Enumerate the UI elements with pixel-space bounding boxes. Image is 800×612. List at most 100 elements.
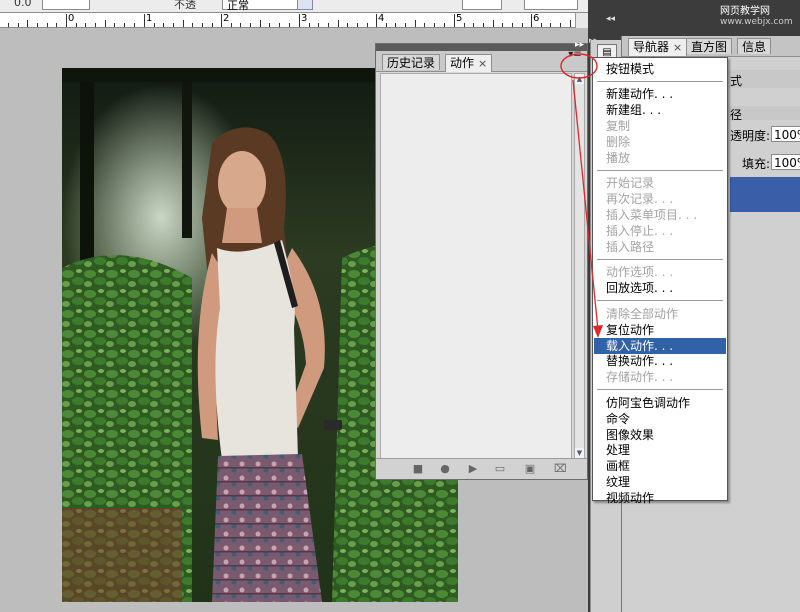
panel-tabs: 历史记录 动作 × <box>376 51 587 72</box>
ruler-minor-tick <box>269 23 270 27</box>
options-value-text: 0.0 <box>14 0 32 9</box>
ruler-minor-tick <box>173 23 174 27</box>
menu-item[interactable]: 纹理 <box>606 474 630 490</box>
new-action-icon[interactable]: ▣ <box>524 463 536 475</box>
menu-item[interactable]: 载入动作. . . <box>594 337 726 354</box>
dock-tabs: 导航器 × 直方图 信息 <box>622 36 800 57</box>
ruler-minor-tick <box>240 23 241 27</box>
ruler-minor-tick <box>550 23 551 27</box>
menu-item[interactable]: 画框 <box>606 458 630 474</box>
stop-icon[interactable]: ■ <box>412 463 424 475</box>
ruler-minor-tick <box>163 23 164 27</box>
ruler-minor-tick <box>309 23 310 27</box>
ruler-minor-tick <box>541 23 542 27</box>
ruler-major-tick <box>531 14 532 27</box>
record-icon[interactable]: ● <box>439 463 451 475</box>
ruler-minor-tick <box>415 20 416 27</box>
ruler-number: 0 <box>68 13 75 24</box>
menu-item[interactable]: 动作选项. . . <box>606 264 673 280</box>
menu-item[interactable]: 复位动作 <box>606 322 654 338</box>
tab-close-icon[interactable]: × <box>478 57 487 70</box>
ruler-minor-tick <box>134 23 135 27</box>
menu-item[interactable]: 复制 <box>606 118 630 134</box>
ruler-minor-tick <box>154 23 155 27</box>
menu-item[interactable]: 开始记录 <box>606 175 654 191</box>
ruler-minor-tick <box>444 23 445 27</box>
ruler-major-tick <box>454 14 455 27</box>
menu-item[interactable]: 图像效果 <box>606 427 654 443</box>
menu-item[interactable]: 替换动作. . . <box>606 353 673 369</box>
menu-separator <box>597 259 723 260</box>
ruler-minor-tick <box>338 20 339 27</box>
panel-titlebar[interactable]: ▸▸ <box>376 40 587 51</box>
tab-history[interactable]: 历史记录 <box>382 54 441 70</box>
ruler-minor-tick <box>512 23 513 27</box>
menu-item[interactable]: 存储动作. . . <box>606 369 673 385</box>
menu-item[interactable]: 命令 <box>606 411 630 427</box>
ruler-number: 4 <box>378 13 385 24</box>
ruler-minor-tick <box>347 23 348 27</box>
menu-item[interactable]: 播放 <box>606 150 630 166</box>
opacity-input[interactable]: 100% <box>771 126 800 142</box>
ruler-minor-tick <box>114 23 115 27</box>
ruler-minor-tick <box>27 20 28 27</box>
ruler-number: 6 <box>533 13 540 24</box>
tab-actions[interactable]: 动作 × <box>445 54 493 72</box>
menu-item[interactable]: 删除 <box>606 134 630 150</box>
menu-item[interactable]: 视频动作 <box>606 490 654 506</box>
actions-footer: ■ ● ▶ ▭ ▣ ⌧ <box>376 458 587 479</box>
ruler-major-tick <box>66 14 67 27</box>
blend-mode-select[interactable]: 正常 <box>222 0 298 12</box>
actions-list[interactable] <box>380 73 572 459</box>
fill-input[interactable]: 100% <box>771 154 800 170</box>
ruler-minor-tick <box>95 23 96 27</box>
ruler-minor-tick <box>357 23 358 27</box>
options-input-3[interactable] <box>524 0 578 10</box>
options-label: 不透 <box>174 0 196 11</box>
ruler-number: 3 <box>301 13 308 24</box>
ruler-minor-tick <box>250 23 251 27</box>
ruler-minor-tick <box>56 23 57 27</box>
new-set-icon[interactable]: ▭ <box>494 463 506 475</box>
menu-item[interactable]: 新建组. . . <box>606 102 661 118</box>
blend-dropdown-arrow[interactable] <box>297 0 313 10</box>
menu-item[interactable]: 新建动作. . . <box>606 86 673 102</box>
actions-flyout-menu: 按钮模式新建动作. . . 新建组. . . 复制 删除 播放开始记录 再次记录. . .… <box>592 57 728 505</box>
menu-item[interactable]: 回放选项. . . <box>606 280 673 296</box>
menu-item[interactable]: 插入路径 <box>606 239 654 255</box>
trash-icon[interactable]: ⌧ <box>554 463 567 475</box>
scroll-up-icon[interactable]: ▲ <box>575 74 584 84</box>
ruler-minor-tick <box>434 23 435 27</box>
ruler-minor-tick <box>183 20 184 27</box>
ruler-minor-tick <box>18 23 19 27</box>
play-icon[interactable]: ▶ <box>467 463 479 475</box>
scroll-down-icon[interactable]: ▼ <box>575 448 584 458</box>
ruler-minor-tick <box>260 20 261 27</box>
ruler-number: 2 <box>223 13 230 24</box>
ruler-minor-tick <box>405 23 406 27</box>
ruler-major-tick <box>376 14 377 27</box>
tab-navigator[interactable]: 导航器 × <box>628 38 688 56</box>
tab-info[interactable]: 信息 <box>737 38 772 54</box>
tab-close-icon[interactable]: × <box>673 41 682 54</box>
expand-icon[interactable]: ◂◂ <box>606 14 615 24</box>
ruler-number: 5 <box>456 13 463 24</box>
selected-layer-row[interactable] <box>730 177 800 212</box>
ruler-number: 1 <box>146 13 153 24</box>
menu-item[interactable]: 插入停止. . . <box>606 223 673 239</box>
menu-item[interactable]: 按钮模式 <box>606 61 654 77</box>
menu-separator <box>597 389 723 390</box>
actions-scrollbar[interactable]: ▲ ▼ <box>574 73 585 459</box>
menu-item[interactable]: 仿阿宝色调动作 <box>606 395 690 411</box>
menu-item[interactable]: 再次记录. . . <box>606 191 673 207</box>
tab-histogram[interactable]: 直方图 <box>686 38 733 54</box>
menu-item[interactable]: 清除全部动作 <box>606 306 678 322</box>
ruler-minor-tick <box>464 23 465 27</box>
ruler-minor-tick <box>192 23 193 27</box>
menu-item[interactable]: 处理 <box>606 442 630 458</box>
menu-item[interactable]: 插入菜单项目. . . <box>606 207 697 223</box>
horizontal-ruler: 0 1 2 3 4 5 6 <box>0 13 588 28</box>
options-input-2[interactable] <box>462 0 502 10</box>
panel-menu-button[interactable]: ▾≡ <box>566 48 584 62</box>
options-input-1[interactable] <box>42 0 90 10</box>
